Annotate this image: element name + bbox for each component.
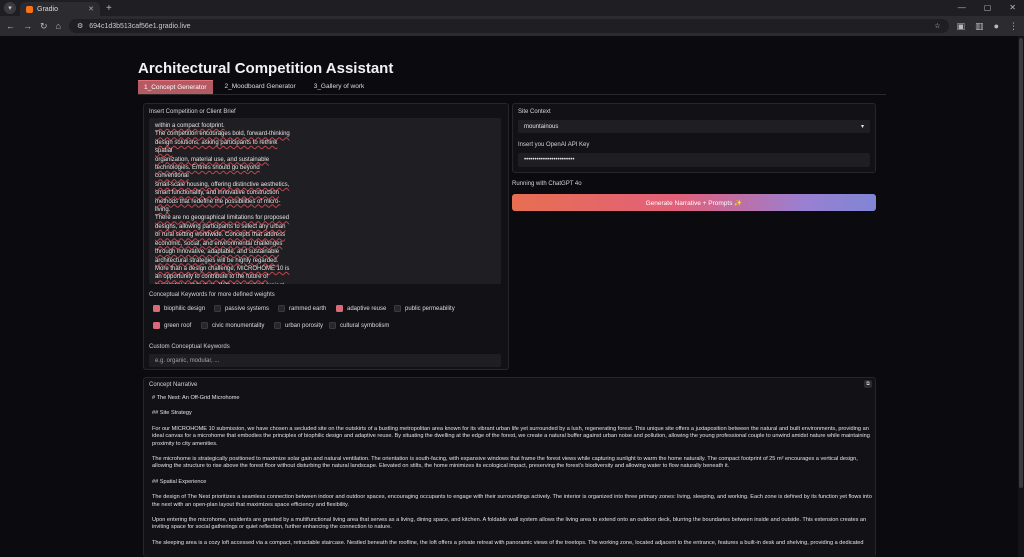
site-context-value: mountainous: [524, 123, 559, 130]
site-context-select[interactable]: mountainous ▾: [518, 120, 870, 133]
brief-textarea[interactable]: within a compact footprint. The competit…: [149, 118, 501, 284]
close-window-icon[interactable]: ✕: [1009, 3, 1016, 12]
back-icon[interactable]: ←: [6, 21, 15, 31]
reload-icon[interactable]: ↻: [40, 21, 48, 32]
forward-icon[interactable]: →: [23, 21, 32, 31]
keyword-label: urban porosity: [285, 322, 324, 329]
gradio-favicon-icon: [26, 5, 33, 13]
narrative-paragraph: Upon entering the microhome, residents a…: [152, 517, 867, 531]
scrollbar-thumb[interactable]: [1019, 38, 1023, 488]
sidepanel-icon[interactable]: ▥: [975, 21, 984, 32]
keyword-label: civic monumentality: [212, 322, 265, 329]
narrative-panel: Concept Narrative ⧉ # The Nest: An Off-G…: [143, 377, 876, 557]
close-tab-icon[interactable]: ✕: [88, 5, 94, 13]
new-tab-icon[interactable]: +: [106, 3, 112, 14]
minimize-icon[interactable]: —: [958, 3, 966, 12]
page-scrollbar[interactable]: [1018, 36, 1024, 557]
keyword-label: rammed earth: [289, 305, 327, 312]
keyword-urban-porosity[interactable]: urban porosity: [274, 322, 323, 329]
home-icon[interactable]: ⌂: [56, 21, 61, 31]
browser-tab[interactable]: Gradio ✕: [20, 2, 100, 16]
checkbox-icon[interactable]: [201, 322, 208, 329]
keyword-passive-systems[interactable]: passive systems: [214, 305, 269, 312]
keyword-cultural-symbolism[interactable]: cultural symbolism: [329, 322, 389, 329]
keywords-label: Conceptual Keywords for more defined wei…: [149, 292, 275, 298]
checkbox-checked-icon[interactable]: [336, 305, 343, 312]
page-title: Architectural Competition Assistant: [138, 60, 394, 77]
generate-button[interactable]: Generate Narrative + Prompts ✨: [512, 194, 876, 211]
dropdown-arrow-icon[interactable]: ▾: [861, 123, 864, 130]
site-context-label: Site Context: [518, 109, 551, 115]
tab-title: Gradio: [37, 5, 59, 13]
checkbox-icon[interactable]: [214, 305, 221, 312]
narrative-paragraph: The microhome is strategically positione…: [152, 456, 858, 470]
narrative-text: # The Nest: An Off-Grid Microhome ## Sit…: [152, 395, 872, 555]
keyword-label: green roof: [164, 322, 192, 329]
narrative-paragraph: The sleeping area is a cozy loft accesse…: [152, 539, 864, 546]
site-panel: Site Context mountainous ▾ Insert you Op…: [512, 103, 876, 173]
browser-navbar: ← → ↻ ⌂ ⚙ 694c1d3b513caf56e1.gradio.live…: [0, 16, 1024, 36]
app-tabs: 1_Concept Generator 2_Moodboard Generato…: [138, 80, 370, 94]
site-info-icon[interactable]: ⚙: [77, 22, 83, 30]
keyword-green-roof[interactable]: green roof: [153, 322, 191, 329]
bookmark-star-icon[interactable]: ☆: [934, 22, 940, 30]
narrative-paragraph: The design of The Nest prioritizes a sea…: [152, 494, 872, 508]
narrative-label: Concept Narrative: [149, 382, 198, 388]
custom-keywords-label: Custom Conceptual Keywords: [149, 344, 230, 350]
narrative-paragraph: For our MICROHOME 10 submission, we have…: [152, 425, 870, 447]
custom-keywords-placeholder: e.g. organic, modular, ...: [155, 357, 220, 364]
keyword-rammed-earth[interactable]: rammed earth: [278, 305, 326, 312]
keyword-label: cultural symbolism: [340, 322, 390, 329]
url-text: 694c1d3b513caf56e1.gradio.live: [89, 22, 191, 30]
brief-label: Insert Competition or Client Brief: [149, 109, 236, 115]
checkbox-icon[interactable]: [278, 305, 285, 312]
narrative-subheading: ## Site Strategy: [152, 410, 192, 417]
keyword-label: passive systems: [225, 305, 270, 312]
browser-tabbar: ▾ Gradio ✕ + — ▢ ✕: [0, 0, 1024, 16]
api-key-label: Insert you OpenAI API Key: [518, 142, 590, 148]
tab-gallery-of-work[interactable]: 3_Gallery of work: [308, 80, 371, 94]
tab-moodboard-generator[interactable]: 2_Moodboard Generator: [219, 80, 302, 94]
checkbox-checked-icon[interactable]: [153, 322, 160, 329]
menu-icon[interactable]: ⋮: [1009, 21, 1018, 32]
brief-content: within a compact footprint. The competit…: [155, 123, 290, 284]
checkbox-icon[interactable]: [394, 305, 401, 312]
keyword-biophilic-design[interactable]: biophilic design: [153, 305, 205, 312]
keyword-label: biophilic design: [164, 305, 206, 312]
keyword-label: public permeability: [405, 305, 455, 312]
copy-icon[interactable]: ⧉: [864, 380, 872, 388]
keyword-civic-monumentality[interactable]: civic monumentality: [201, 322, 264, 329]
tab-search-icon[interactable]: ▾: [4, 2, 16, 14]
narrative-subheading: ## Spatial Experience: [152, 478, 207, 485]
page: Architectural Competition Assistant 1_Co…: [0, 36, 1024, 557]
brief-text: within a compact footprint. The competit…: [155, 122, 295, 284]
address-bar[interactable]: ⚙ 694c1d3b513caf56e1.gradio.live ☆: [68, 19, 949, 33]
narrative-heading: # The Nest: An Off-Grid Microhome: [152, 395, 240, 401]
maximize-icon[interactable]: ▢: [984, 3, 992, 12]
keyword-public-permeability[interactable]: public permeability: [394, 305, 455, 312]
keyword-adaptive-reuse[interactable]: adaptive reuse: [336, 305, 386, 312]
window-controls: — ▢ ✕: [958, 3, 1016, 12]
tab-divider: [138, 94, 886, 95]
checkbox-icon[interactable]: [329, 322, 336, 329]
checkbox-checked-icon[interactable]: [153, 305, 160, 312]
extensions-icon[interactable]: ▣: [957, 21, 966, 32]
running-status: Running with ChatGPT 4o: [512, 181, 582, 187]
custom-keywords-input[interactable]: e.g. organic, modular, ...: [149, 354, 501, 367]
tab-concept-generator[interactable]: 1_Concept Generator: [138, 80, 213, 94]
api-key-value: ••••••••••••••••••••••••: [524, 157, 575, 163]
api-key-input[interactable]: ••••••••••••••••••••••••: [518, 153, 870, 167]
toolbar-icons: ▣ ▥ ● ⋮: [957, 21, 1018, 32]
checkbox-icon[interactable]: [274, 322, 281, 329]
keyword-label: adaptive reuse: [347, 305, 387, 312]
profile-icon[interactable]: ●: [994, 21, 999, 32]
left-panel: Insert Competition or Client Brief withi…: [143, 103, 509, 370]
